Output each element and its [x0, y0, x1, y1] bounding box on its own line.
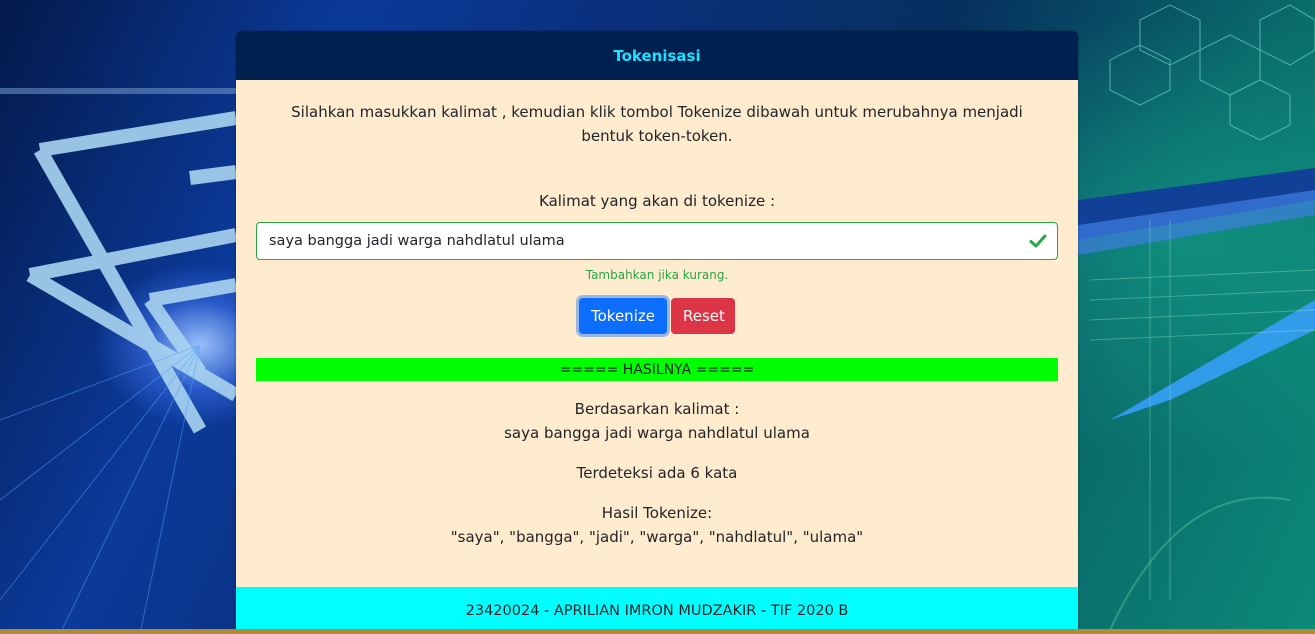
sentence-input-wrapper	[256, 222, 1058, 260]
tokens-label: Hasil Tokenize:	[601, 504, 713, 522]
result-banner: ===== HASILNYA =====	[256, 358, 1058, 381]
button-row: Tokenize Reset	[236, 298, 1078, 334]
footer: 23420024 - APRILIAN IMRON MUDZAKIR - TIF…	[236, 587, 1078, 634]
taskbar-strip	[0, 629, 1315, 634]
tokenizer-card: Tokenisasi Silahkan masukkan kalimat , k…	[236, 31, 1078, 634]
intro-text: Silahkan masukkan kalimat , kemudian kli…	[291, 103, 1023, 145]
based-on-label: Berdasarkan kalimat :	[574, 400, 740, 418]
tokens-output: "saya", "bangga", "jadi", "warga", "nahd…	[450, 528, 864, 546]
footer-text: 23420024 - APRILIAN IMRON MUDZAKIR - TIF…	[465, 602, 849, 619]
sentence-input[interactable]	[257, 233, 1021, 249]
input-help-text: Tambahkan jika kurang.	[585, 268, 729, 282]
tokenize-button[interactable]: Tokenize	[579, 298, 667, 334]
check-icon	[1029, 234, 1047, 248]
result-sentence: saya bangga jadi warga nahdlatul ulama	[504, 424, 810, 442]
page-title: Tokenisasi	[613, 46, 701, 65]
input-label: Kalimat yang akan di tokenize :	[539, 192, 775, 210]
reset-button[interactable]: Reset	[671, 298, 735, 334]
word-count: Terdeteksi ada 6 kata	[576, 464, 738, 482]
card-header: Tokenisasi	[236, 31, 1078, 80]
